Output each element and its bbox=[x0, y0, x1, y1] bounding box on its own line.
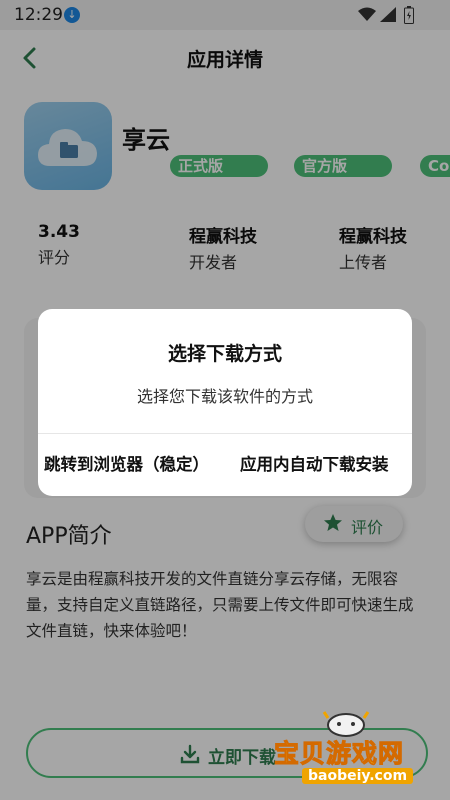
in-app-download-button[interactable]: 应用内自动下载安装 bbox=[240, 451, 389, 475]
download-method-dialog: 选择下载方式 选择您下载该软件的方式 跳转到浏览器（稳定） 应用内自动下载安装 bbox=[38, 309, 412, 496]
open-in-browser-button[interactable]: 跳转到浏览器（稳定） bbox=[44, 451, 209, 475]
watermark-text: 宝贝游戏网 bbox=[273, 739, 405, 769]
watermark: 宝贝游戏网 baobeiy.com bbox=[268, 708, 438, 794]
dialog-title: 选择下载方式 bbox=[167, 343, 282, 365]
dialog-message: 选择您下载该软件的方式 bbox=[136, 387, 313, 406]
dialog-divider bbox=[38, 433, 412, 434]
watermark-url: baobeiy.com bbox=[302, 768, 414, 784]
